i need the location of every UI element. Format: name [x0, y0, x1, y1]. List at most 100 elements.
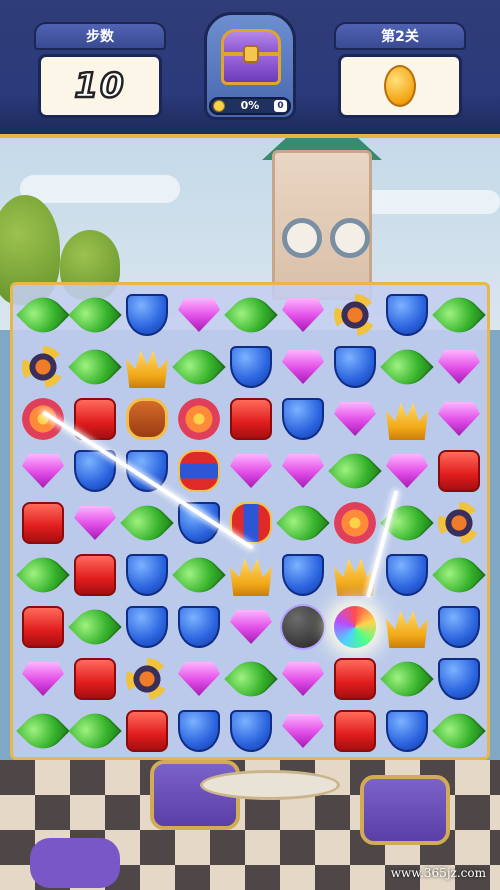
board-cell[interactable] [69, 549, 121, 601]
board-cell[interactable] [381, 445, 433, 497]
board-cell[interactable] [224, 288, 278, 342]
shield-tile-icon[interactable] [126, 294, 168, 336]
board-cell[interactable] [172, 548, 226, 602]
board-cell[interactable] [121, 653, 173, 705]
shield-tile-icon[interactable] [282, 398, 324, 440]
box-tile-icon[interactable] [74, 658, 116, 700]
shield-tile-icon[interactable] [230, 710, 272, 752]
box-tile-icon[interactable] [334, 658, 376, 700]
tnt-tile-icon[interactable] [126, 398, 168, 440]
board-cell[interactable] [69, 445, 121, 497]
crown-tile-icon[interactable] [386, 610, 428, 648]
board-cell[interactable] [433, 653, 485, 705]
board-cell[interactable] [121, 289, 173, 341]
board-cell[interactable] [16, 288, 70, 342]
gem-tile-icon[interactable] [438, 350, 480, 384]
board-cell[interactable] [433, 601, 485, 653]
board-cell[interactable] [329, 341, 381, 393]
box-tile-icon[interactable] [334, 710, 376, 752]
board-cell[interactable] [16, 548, 70, 602]
leaf-tile-icon[interactable] [432, 704, 486, 758]
board-cell[interactable] [68, 340, 122, 394]
leaf-tile-icon[interactable] [68, 704, 122, 758]
shield-tile-icon[interactable] [126, 554, 168, 596]
box-tile-icon[interactable] [22, 502, 64, 544]
gem-tile-icon[interactable] [178, 298, 220, 332]
box-tile-icon[interactable] [74, 554, 116, 596]
gem-tile-icon[interactable] [74, 506, 116, 540]
board-cell[interactable] [225, 497, 277, 549]
shield-tile-icon[interactable] [386, 554, 428, 596]
board-cell[interactable] [277, 445, 329, 497]
leaf-tile-icon[interactable] [68, 340, 122, 394]
board-cell[interactable] [120, 496, 174, 550]
leaf-tile-icon[interactable] [224, 652, 278, 706]
board-cell[interactable] [225, 341, 277, 393]
board-cell[interactable] [277, 705, 329, 757]
board-cell[interactable] [381, 705, 433, 757]
rocketv-tile-icon[interactable] [178, 450, 220, 492]
board-cell[interactable] [68, 288, 122, 342]
box-tile-icon[interactable] [438, 450, 480, 492]
leaf-tile-icon[interactable] [432, 548, 486, 602]
board-cell[interactable] [225, 445, 277, 497]
board-cell[interactable] [381, 601, 433, 653]
board-cell[interactable] [69, 653, 121, 705]
leaf-tile-icon[interactable] [276, 496, 330, 550]
board-cell[interactable] [225, 705, 277, 757]
leaf-tile-icon[interactable] [16, 548, 70, 602]
board-cell[interactable] [329, 705, 381, 757]
board-cell[interactable] [433, 497, 485, 549]
shield-tile-icon[interactable] [334, 346, 376, 388]
board-cell[interactable] [68, 704, 122, 758]
gem-tile-icon[interactable] [230, 610, 272, 644]
board-cell[interactable] [17, 445, 69, 497]
propeller-tile-icon[interactable] [438, 502, 480, 544]
gem-tile-icon[interactable] [282, 714, 324, 748]
board-cell[interactable] [432, 288, 486, 342]
board-cell[interactable] [381, 289, 433, 341]
leaf-tile-icon[interactable] [380, 652, 434, 706]
shield-tile-icon[interactable] [438, 606, 480, 648]
box-tile-icon[interactable] [22, 606, 64, 648]
board-cell[interactable] [329, 289, 381, 341]
board-cell[interactable] [432, 548, 486, 602]
gem-tile-icon[interactable] [282, 662, 324, 696]
leaf-tile-icon[interactable] [224, 288, 278, 342]
crown-tile-icon[interactable] [230, 558, 272, 596]
gem-tile-icon[interactable] [282, 454, 324, 488]
board-cell[interactable] [277, 549, 329, 601]
board-cell[interactable] [224, 652, 278, 706]
board-cell[interactable] [277, 341, 329, 393]
board-cell[interactable] [121, 549, 173, 601]
board-cell[interactable] [173, 393, 225, 445]
propeller-tile-icon[interactable] [22, 346, 64, 388]
leaf-tile-icon[interactable] [432, 288, 486, 342]
treasure-chest-button[interactable]: 0% 0 [204, 12, 296, 120]
leaf-tile-icon[interactable] [16, 288, 70, 342]
crown-tile-icon[interactable] [126, 350, 168, 388]
shield-tile-icon[interactable] [386, 294, 428, 336]
board-cell[interactable] [329, 601, 381, 653]
board-cell[interactable] [433, 445, 485, 497]
board-cell[interactable] [329, 653, 381, 705]
gem-tile-icon[interactable] [282, 298, 324, 332]
propeller-tile-icon[interactable] [126, 658, 168, 700]
board-cell[interactable] [328, 444, 382, 498]
propeller-tile-icon[interactable] [334, 294, 376, 336]
gem-tile-icon[interactable] [438, 402, 480, 436]
board-cell[interactable] [16, 704, 70, 758]
board-cell[interactable] [380, 652, 434, 706]
leaf-tile-icon[interactable] [380, 340, 434, 394]
leaf-tile-icon[interactable] [172, 340, 226, 394]
shield-tile-icon[interactable] [126, 606, 168, 648]
leaf-tile-icon[interactable] [120, 496, 174, 550]
board-cell[interactable] [225, 393, 277, 445]
board-cell[interactable] [121, 601, 173, 653]
board-cell[interactable] [433, 393, 485, 445]
shield-tile-icon[interactable] [178, 710, 220, 752]
board-cell[interactable] [68, 600, 122, 654]
disc-tile-icon[interactable] [178, 398, 220, 440]
board-cell[interactable] [381, 549, 433, 601]
shield-tile-icon[interactable] [282, 554, 324, 596]
